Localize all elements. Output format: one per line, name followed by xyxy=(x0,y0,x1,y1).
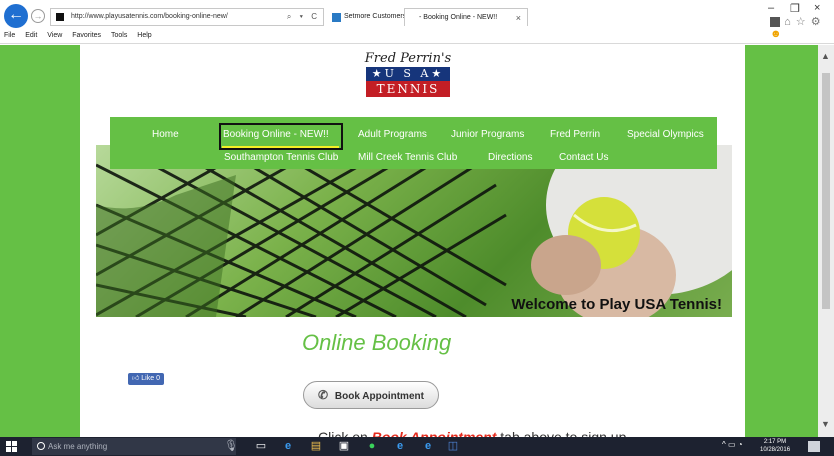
nav-southampton-tennis-club[interactable]: Southampton Tennis Club xyxy=(224,152,338,163)
page-title: Online Booking xyxy=(302,330,452,355)
search-placeholder: Ask me anything xyxy=(48,442,108,451)
menu-file[interactable]: File xyxy=(4,32,15,39)
book-appointment-button[interactable]: ✆ Book Appointment xyxy=(303,381,439,409)
menu-edit[interactable]: Edit xyxy=(25,32,37,39)
tab-setmore-customers[interactable]: Setmore Customers xyxy=(330,8,406,26)
instructions-highlight[interactable]: Book Appointment xyxy=(372,429,497,437)
battery-icon[interactable]: ▭ xyxy=(728,440,736,449)
nav-contact-us[interactable]: Contact Us xyxy=(559,152,608,163)
setmore-tab-icon xyxy=(332,13,341,22)
store-icon[interactable]: ▣ xyxy=(338,440,350,452)
address-url: http://www.playusatennis.com/booking-onl… xyxy=(71,13,228,20)
facebook-like-button[interactable]: 👍︎ Like 0 xyxy=(128,373,164,385)
nav-junior-programs[interactable]: Junior Programs xyxy=(451,129,524,140)
settings-gear-icon[interactable]: ⚙ xyxy=(811,16,822,28)
menu-bar: File Edit View Favorites Tools Help xyxy=(0,32,156,44)
hero-banner: Welcome to Play USA Tennis! xyxy=(96,145,732,317)
scroll-down-icon[interactable]: ▼ xyxy=(821,419,830,429)
like-label: Like 0 xyxy=(141,375,160,382)
task-view-icon[interactable]: ▭ xyxy=(255,440,267,452)
back-arrow-icon[interactable]: ← xyxy=(4,4,28,28)
favorites-star-icon[interactable]: ☆ xyxy=(796,16,807,28)
cortana-circle-icon xyxy=(37,442,45,450)
file-explorer-icon[interactable]: ▤ xyxy=(310,440,322,452)
extension-icon[interactable] xyxy=(770,17,780,28)
windows-start-icon[interactable] xyxy=(6,441,17,452)
main-nav: Home Booking Online - NEW!! Adult Progra… xyxy=(110,117,717,169)
logo-tennis-text: TENNIS xyxy=(366,81,450,97)
clock-date: 10/28/2016 xyxy=(760,447,791,453)
logo-usa-text: ★U S A★ xyxy=(366,67,450,81)
tab-label: Setmore Customers xyxy=(344,13,407,20)
address-controls[interactable]: ⌕ ▾ C xyxy=(287,9,320,25)
nav-fred-perrin[interactable]: Fred Perrin xyxy=(550,129,600,140)
taskbar-clock[interactable]: 2:17 PM 10/28/2016 xyxy=(760,438,790,454)
menu-view[interactable]: View xyxy=(47,32,62,39)
clock-time: 2:17 PM xyxy=(763,439,787,445)
tennis-net-ball-image xyxy=(96,145,732,317)
scroll-up-icon[interactable]: ▲ xyxy=(821,51,830,61)
appointment-icon: ✆ xyxy=(318,388,329,402)
nav-mill-creek-tennis-club[interactable]: Mill Creek Tennis Club xyxy=(358,152,457,163)
windows-taskbar: Ask me anything 🎙︎ ▭ e ▤ ▣ ● e e ◫ ^ ▭ ◔… xyxy=(0,437,834,456)
cortana-search-box[interactable]: Ask me anything xyxy=(32,438,236,455)
nav-adult-programs[interactable]: Adult Programs xyxy=(358,129,427,140)
restore-button[interactable]: ❐ xyxy=(790,2,800,15)
forward-arrow-icon[interactable]: → xyxy=(31,9,45,23)
page-viewport: Fred Perrin's ★U S A★ TENNIS Welcome to … xyxy=(0,45,818,437)
wifi-icon[interactable]: ◔ xyxy=(738,440,743,449)
logo-script-text: Fred Perrin's xyxy=(364,51,452,66)
tab-close-icon[interactable]: × xyxy=(516,9,521,27)
instructions-prefix: Click on xyxy=(318,429,372,437)
instructions-suffix: tab above to sign up xyxy=(496,429,627,437)
ie-browser-active-icon[interactable]: e xyxy=(422,440,434,452)
menu-favorites[interactable]: Favorites xyxy=(72,32,101,39)
menu-help[interactable]: Help xyxy=(137,32,151,39)
menu-tools[interactable]: Tools xyxy=(111,32,127,39)
toolbar-icons: ⌂ ☆ ⚙ ☻ xyxy=(770,15,834,40)
nav-special-olympics[interactable]: Special Olympics xyxy=(627,129,704,140)
edge-browser-icon[interactable]: e xyxy=(282,440,294,452)
site-logo[interactable]: Fred Perrin's ★U S A★ TENNIS xyxy=(363,51,453,105)
site-favicon-icon xyxy=(56,13,64,21)
smiley-feedback-icon[interactable]: ☻ xyxy=(770,28,783,40)
nav-directions[interactable]: Directions xyxy=(488,152,532,163)
home-icon[interactable]: ⌂ xyxy=(784,16,792,28)
nav-active-underline xyxy=(222,146,339,148)
ie-browser-icon[interactable]: e xyxy=(394,440,406,452)
vertical-scrollbar[interactable]: ▲ ▼ xyxy=(818,45,834,437)
notification-center-icon[interactable] xyxy=(808,441,820,452)
chrome-icon[interactable]: ● xyxy=(366,440,378,452)
book-appointment-label: Book Appointment xyxy=(334,391,424,402)
microphone-icon[interactable]: 🎙︎ xyxy=(224,440,238,452)
outlook-icon[interactable]: ◫ xyxy=(447,440,459,452)
welcome-text: Welcome to Play USA Tennis! xyxy=(511,296,722,313)
system-tray: ^ ▭ ◔ xyxy=(722,440,743,449)
tab-booking-online[interactable]: - Booking Online - NEW!! × xyxy=(404,8,528,26)
browser-chrome: ← → http://www.playusatennis.com/booking… xyxy=(0,0,834,44)
tray-up-icon[interactable]: ^ xyxy=(722,440,726,449)
nav-home[interactable]: Home xyxy=(152,129,179,140)
minimize-button[interactable]: – xyxy=(768,2,774,14)
instructions-text: Click on Book Appointment tab above to s… xyxy=(318,429,626,437)
page-content: Fred Perrin's ★U S A★ TENNIS Welcome to … xyxy=(80,45,745,437)
tab-label: - Booking Online - NEW!! xyxy=(419,14,498,21)
address-bar[interactable]: http://www.playusatennis.com/booking-onl… xyxy=(50,8,324,26)
scrollbar-thumb[interactable] xyxy=(822,73,830,309)
thumbs-up-icon: 👍︎ xyxy=(132,375,140,382)
close-window-button[interactable]: × xyxy=(814,2,820,14)
